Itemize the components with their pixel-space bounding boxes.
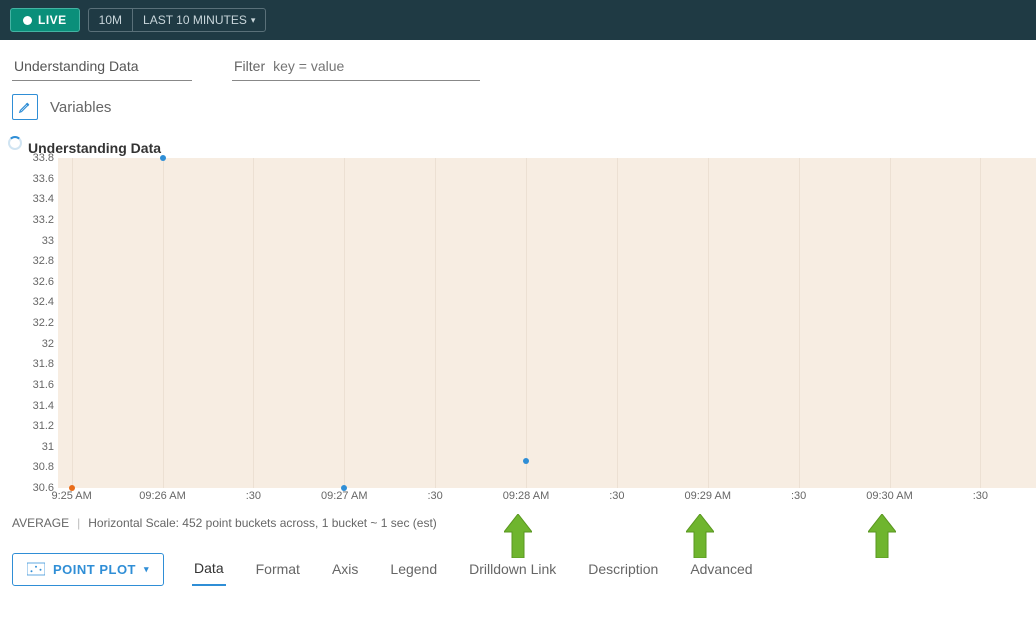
y-tick: 33.8 [33,152,54,164]
y-tick: 32.8 [33,255,54,267]
x-axis: 9:25 AM09:26 AM:3009:27 AM:3009:28 AM:30… [58,488,1036,506]
x-tick: 09:26 AM [139,490,185,502]
plot-type-label: POINT PLOT [53,562,136,577]
tab-data[interactable]: Data [192,552,226,586]
time-toolbar: LIVE 10M LAST 10 MINUTES ▾ [0,0,1036,40]
live-indicator-icon [23,16,32,25]
y-tick: 33.2 [33,214,54,226]
x-tick: :30 [973,490,988,502]
y-tick: 33.4 [33,193,54,205]
live-label: LIVE [38,13,67,27]
chart-name-tab[interactable]: Understanding Data [12,52,192,81]
x-tick: :30 [791,490,806,502]
chevron-down-icon: ▾ [251,15,256,26]
y-tick: 30.8 [33,461,54,473]
tab-axis[interactable]: Axis [330,553,360,585]
variables-label: Variables [50,99,111,116]
live-button[interactable]: LIVE [10,8,80,32]
scale-label: Horizontal Scale: 452 point buckets acro… [88,516,437,530]
arrow-up-icon [868,514,896,558]
x-tick: 09:30 AM [866,490,912,502]
x-tick: :30 [246,490,261,502]
chart-panel: Understanding Data 30.630.83131.231.431.… [0,132,1036,506]
filter-label: Filter [234,58,265,74]
pencil-icon [18,100,32,114]
x-tick: 09:27 AM [321,490,367,502]
plot-type-dropdown[interactable]: POINT PLOT ▾ [12,553,164,586]
y-tick: 31.4 [33,400,54,412]
x-tick: 9:25 AM [51,490,91,502]
filter-input[interactable] [273,58,478,74]
y-tick: 32.6 [33,276,54,288]
aggregation-label: AVERAGE [12,516,69,530]
tab-description[interactable]: Description [586,553,660,585]
loading-spinner-icon [8,136,22,150]
x-tick: :30 [427,490,442,502]
x-tick: :30 [609,490,624,502]
time-range-group: 10M LAST 10 MINUTES ▾ [88,8,267,32]
time-short-button[interactable]: 10M [88,8,132,32]
chevron-down-icon: ▾ [144,564,149,575]
y-axis: 30.630.83131.231.431.631.83232.232.432.6… [16,158,58,488]
plot-area[interactable]: 30.630.83131.231.431.631.83232.232.432.6… [16,158,1036,506]
arrow-up-icon [686,514,714,558]
y-tick: 32 [42,338,54,350]
y-tick: 33.6 [33,173,54,185]
tab-legend[interactable]: Legend [388,553,439,585]
data-point[interactable] [523,458,529,464]
y-tick: 32.2 [33,317,54,329]
y-tick: 31.8 [33,358,54,370]
time-range-label: LAST 10 MINUTES [143,13,247,27]
variables-row: Variables [0,82,1036,132]
tab-format[interactable]: Format [254,553,302,585]
x-tick: 09:28 AM [503,490,549,502]
edit-variables-button[interactable] [12,94,38,120]
y-tick: 31.6 [33,379,54,391]
y-tick: 32.4 [33,296,54,308]
chart-grid [58,158,1036,488]
time-range-dropdown[interactable]: LAST 10 MINUTES ▾ [132,8,266,32]
x-tick: 09:29 AM [685,490,731,502]
y-tick: 31 [42,441,54,453]
y-tick: 31.2 [33,420,54,432]
query-row: Understanding Data Filter [0,40,1036,82]
y-tick: 33 [42,235,54,247]
separator: | [77,516,80,530]
point-plot-icon [27,562,45,576]
data-point[interactable] [160,155,166,161]
filter-group: Filter [232,52,480,81]
chart-title: Understanding Data [28,140,1036,156]
arrow-up-icon [504,514,532,558]
